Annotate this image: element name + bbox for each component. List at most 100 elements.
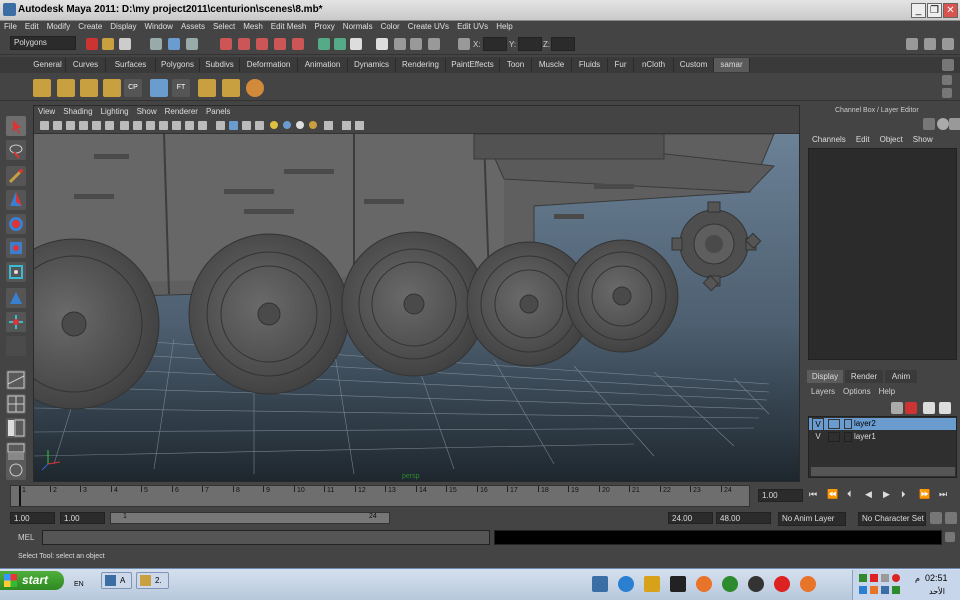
layer-move-up-icon[interactable] <box>891 402 903 414</box>
layer-row-layer2[interactable]: V layer2 <box>809 418 956 432</box>
transform-mode-icon[interactable] <box>458 38 470 50</box>
layer-menu-help[interactable]: Help <box>875 387 899 396</box>
utorrent-icon[interactable] <box>722 576 738 592</box>
menu-mesh[interactable]: Mesh <box>239 21 267 33</box>
script-editor-icon[interactable] <box>945 532 955 542</box>
layer-tab-render[interactable]: Render <box>845 370 883 383</box>
shelf-menu-icon[interactable] <box>942 59 954 71</box>
shelf-tab-muscle[interactable]: Muscle <box>532 58 572 72</box>
persp-outliner-layout-icon[interactable] <box>6 418 26 438</box>
viewport-menu-renderer[interactable]: Renderer <box>161 106 202 118</box>
snap-grid-icon[interactable] <box>220 38 232 50</box>
hypershade-icon[interactable] <box>410 38 422 50</box>
menu-normals[interactable]: Normals <box>339 21 377 33</box>
channel-box-toggle-b-icon[interactable] <box>937 118 949 130</box>
scale-tool-icon[interactable] <box>6 238 26 258</box>
opera-icon[interactable] <box>774 576 790 592</box>
channel-box-menu-object[interactable]: Object <box>875 135 908 144</box>
tray-opera-icon[interactable] <box>892 574 900 582</box>
maximize-button[interactable]: ❐ <box>927 3 942 18</box>
step-back-icon[interactable]: ⏪ <box>827 489 838 500</box>
select-hierarchy-icon[interactable] <box>150 38 162 50</box>
play-backward-icon[interactable]: ◀ <box>865 489 872 500</box>
shelf-tab-polygons[interactable]: Polygons <box>156 58 200 72</box>
range-slider[interactable]: 1 24 <box>110 512 390 524</box>
tray-network-icon[interactable] <box>859 574 867 582</box>
time-slider[interactable]: 1 2 3 4 5 6 7 8 9 10 11 12 13 14 15 16 17 18 19 20 21 22 23 24 <box>10 485 750 507</box>
step-forward-icon[interactable]: ⏩ <box>919 489 930 500</box>
firefox-alt-icon[interactable] <box>800 576 816 592</box>
new-layer-icon[interactable] <box>923 402 935 414</box>
step-back-key-icon[interactable]: ⏴ <box>847 489 852 500</box>
select-object-icon[interactable] <box>168 38 180 50</box>
menu-window[interactable]: Window <box>141 21 177 33</box>
shelf-tab-samar[interactable]: samar <box>714 58 750 72</box>
shelf-tab-painteffects[interactable]: PaintEffects <box>446 58 500 72</box>
viewport-menu-show[interactable]: Show <box>133 106 161 118</box>
layer1-visibility-toggle[interactable]: V <box>812 431 824 443</box>
layer-tab-display[interactable]: Display <box>807 370 843 383</box>
snap-point-icon[interactable] <box>256 38 268 50</box>
shelf-tab-general[interactable]: General <box>30 58 66 72</box>
menu-edit-uvs[interactable]: Edit UVs <box>453 21 492 33</box>
tray-antivirus-icon[interactable] <box>870 574 878 582</box>
scene-view[interactable]: persp <box>34 134 799 481</box>
render-frame-icon[interactable] <box>350 38 362 50</box>
menu-help[interactable]: Help <box>492 21 516 33</box>
shelf-scroll-down-icon[interactable] <box>942 88 952 98</box>
layer-menu-options[interactable]: Options <box>839 387 875 396</box>
taskbar-item-maya[interactable]: A <box>101 572 132 589</box>
hypershade-layout-icon[interactable] <box>6 460 26 480</box>
winrar-icon[interactable] <box>644 576 660 592</box>
channel-box-menu-channels[interactable]: Channels <box>807 135 851 144</box>
menu-file[interactable]: File <box>0 21 21 33</box>
viewport-menu-panels[interactable]: Panels <box>202 106 234 118</box>
shelf-tab-rendering[interactable]: Rendering <box>396 58 446 72</box>
shelf-poly-icon-5[interactable] <box>198 79 216 97</box>
close-button[interactable]: ✕ <box>943 3 958 18</box>
animation-prefs-icon[interactable] <box>945 512 957 524</box>
shelf-poly-icon-1[interactable] <box>33 79 51 97</box>
go-to-end-icon[interactable]: ⏭ <box>939 489 947 500</box>
y-field[interactable] <box>518 37 542 51</box>
snap-plane-icon[interactable] <box>274 38 286 50</box>
show-manip-icon[interactable] <box>6 312 26 332</box>
shelf-tab-custom[interactable]: Custom <box>674 58 714 72</box>
start-button[interactable]: start <box>0 571 64 590</box>
firefox-icon[interactable] <box>696 576 712 592</box>
render-settings-icon[interactable] <box>394 38 406 50</box>
snap-curve-icon[interactable] <box>238 38 250 50</box>
tray-safely-remove-icon[interactable] <box>881 586 889 594</box>
shelf-tab-deformation[interactable]: Deformation <box>240 58 298 72</box>
new-scene-icon[interactable] <box>86 38 98 50</box>
paint-select-icon[interactable] <box>6 166 26 186</box>
layer-move-down-icon[interactable] <box>905 402 917 414</box>
character-set-dropdown[interactable]: No Character Set <box>858 512 926 526</box>
attribute-editor-icon[interactable] <box>428 38 440 50</box>
menu-proxy[interactable]: Proxy <box>310 21 338 33</box>
menu-modify[interactable]: Modify <box>43 21 75 33</box>
x-field[interactable] <box>483 37 507 51</box>
shelf-target-icon[interactable] <box>246 79 264 97</box>
channel-box-panel[interactable] <box>808 148 957 360</box>
select-component-icon[interactable] <box>186 38 198 50</box>
save-scene-icon[interactable] <box>119 38 131 50</box>
playback-start-field[interactable]: 1.00 <box>60 512 105 524</box>
menu-display[interactable]: Display <box>106 21 140 33</box>
select-tool-icon[interactable] <box>6 116 26 136</box>
channel-box-toggle-a-icon[interactable] <box>923 118 935 130</box>
channel-box-menu-show[interactable]: Show <box>908 135 938 144</box>
history-icon[interactable] <box>318 38 330 50</box>
menu-edit-mesh[interactable]: Edit Mesh <box>267 21 311 33</box>
shelf-tab-fur[interactable]: Fur <box>608 58 634 72</box>
shelf-ft-icon[interactable]: FT <box>172 79 190 97</box>
language-indicator[interactable]: EN <box>74 581 84 588</box>
single-perspective-layout-icon[interactable] <box>6 370 26 390</box>
taskbar-item-2[interactable]: 2. <box>136 572 169 589</box>
soft-mod-icon[interactable] <box>6 288 26 308</box>
z-field[interactable] <box>551 37 575 51</box>
tray-ie-icon[interactable] <box>859 586 867 594</box>
current-time-marker[interactable] <box>19 486 21 506</box>
layer2-visibility-toggle[interactable]: V <box>812 418 824 432</box>
layer2-color-swatch[interactable] <box>844 419 852 429</box>
